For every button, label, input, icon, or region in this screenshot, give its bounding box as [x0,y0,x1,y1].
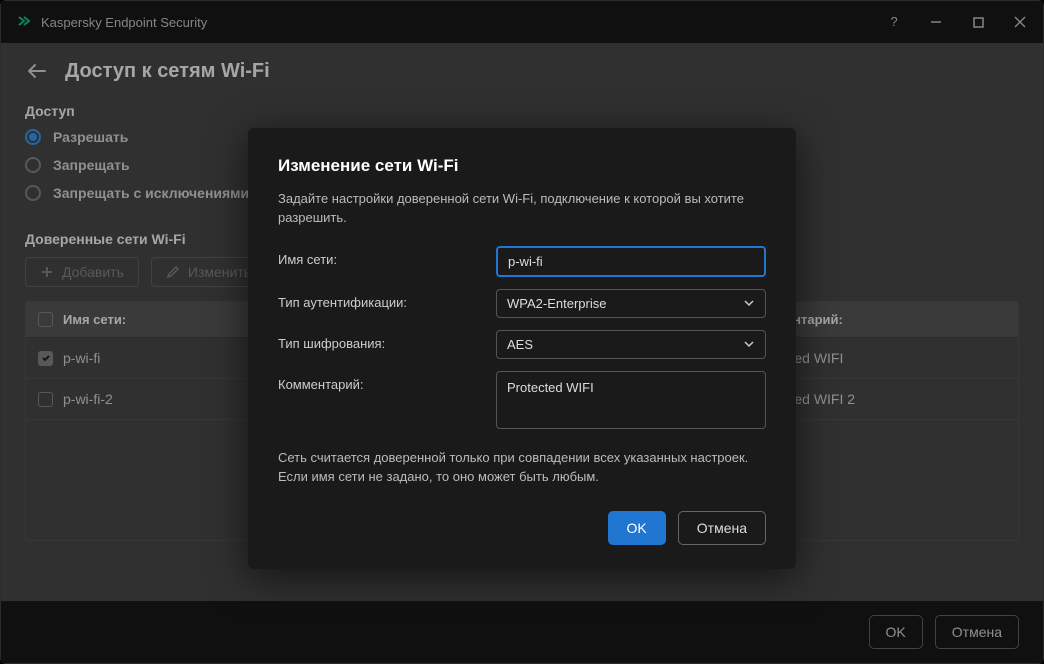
comment-label: Комментарий: [278,371,496,392]
auth-select[interactable]: WPA2-Enterprise [496,289,766,318]
name-label: Имя сети: [278,246,496,267]
chevron-down-icon [743,340,755,348]
form-row-comment: Комментарий: [278,371,766,434]
auth-value: WPA2-Enterprise [507,296,606,311]
chevron-down-icon [743,299,755,307]
dialog-ok-button[interactable]: OK [608,511,666,545]
form-row-name: Имя сети: [278,246,766,277]
dialog-description: Задайте настройки доверенной сети Wi-Fi,… [278,190,766,228]
dialog-footer: OK Отмена [278,511,766,545]
form-row-enc: Тип шифрования: AES [278,330,766,359]
dialog-note: Сеть считается доверенной только при сов… [278,448,766,487]
modal-overlay: Изменение сети Wi-Fi Задайте настройки д… [0,0,1044,664]
edit-wifi-dialog: Изменение сети Wi-Fi Задайте настройки д… [248,128,796,569]
enc-label: Тип шифрования: [278,330,496,351]
auth-label: Тип аутентификации: [278,289,496,310]
dialog-title: Изменение сети Wi-Fi [278,156,766,176]
dialog-cancel-button[interactable]: Отмена [678,511,766,545]
name-input[interactable] [496,246,766,277]
enc-select[interactable]: AES [496,330,766,359]
enc-value: AES [507,337,533,352]
comment-textarea[interactable] [496,371,766,429]
form-row-auth: Тип аутентификации: WPA2-Enterprise [278,289,766,318]
